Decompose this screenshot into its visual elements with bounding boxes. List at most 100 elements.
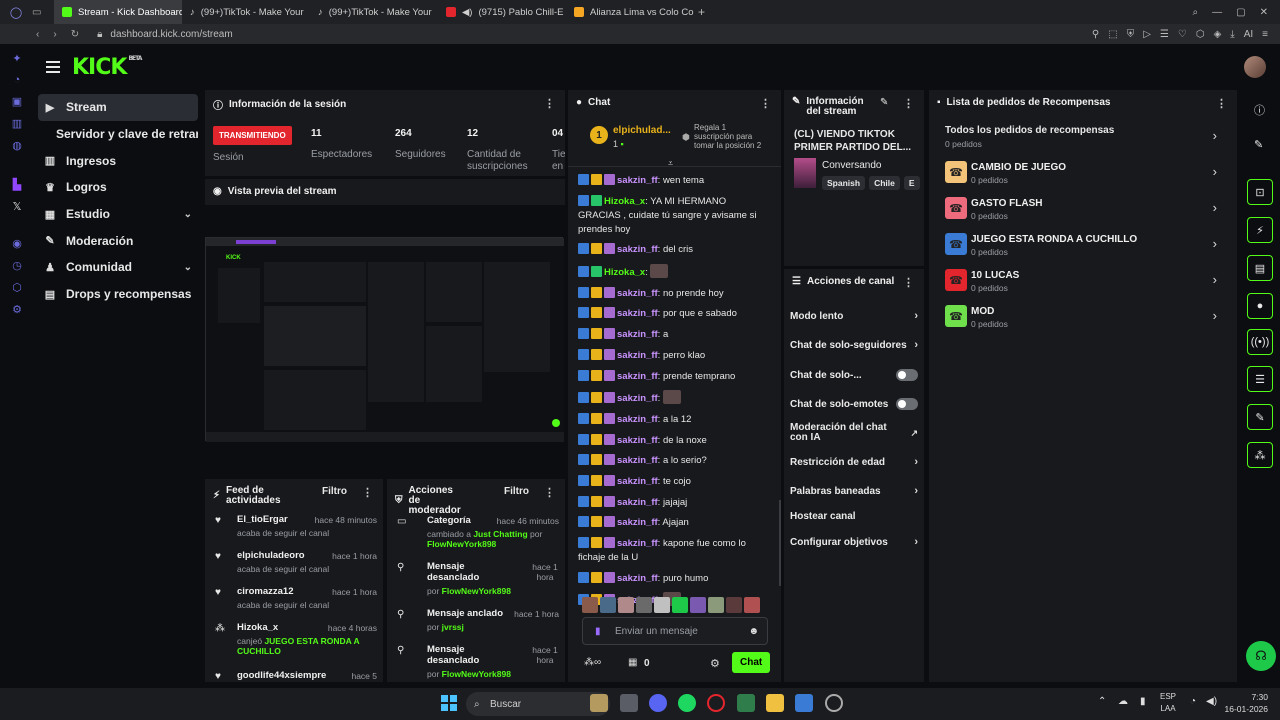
x-icon[interactable]: 𝕏 [13, 200, 22, 213]
widget-bolt-button[interactable]: ⚡︎ [1247, 217, 1273, 243]
gift-cta[interactable]: Regala 1 suscripción para tomar la posic… [694, 123, 762, 150]
action-age-restriction[interactable]: Restricción de edad › [790, 456, 918, 468]
nav-item-logros[interactable]: ♛ Logros [38, 174, 198, 201]
more-icon[interactable]: ⋮ [903, 97, 914, 110]
menu-icon[interactable]: ≡ [1262, 29, 1268, 40]
circle-play-icon[interactable]: ◉ [12, 237, 22, 250]
scroll-to-bottom-icon[interactable]: ⩡ [668, 158, 673, 169]
player-icon[interactable]: ▥ [12, 117, 22, 130]
chat-username[interactable]: sakzin_ff [617, 517, 658, 528]
nav-item-ingresos[interactable]: ▥ Ingresos [38, 147, 198, 174]
ai-button[interactable]: AI [1244, 29, 1253, 40]
chat-input[interactable]: ▮ Enviar un mensaje ☻ [582, 617, 768, 645]
more-icon[interactable]: ⋮ [362, 486, 373, 499]
nav-item-stream[interactable]: ▶ Stream [38, 94, 198, 121]
history-icon[interactable]: ◷ [12, 259, 22, 272]
back-icon[interactable]: ‹ [36, 29, 39, 40]
tab-list-icon[interactable]: ▭ [32, 7, 54, 18]
widget-icon[interactable] [590, 694, 608, 712]
reward-row[interactable]: ☎ 10 LUCAS 0 pedidos › [945, 269, 1217, 297]
emote-icon[interactable] [690, 597, 706, 613]
language-indicator[interactable]: ESP LAA [1160, 691, 1176, 715]
pin-icon[interactable]: ⚲ [1092, 29, 1099, 40]
nav-item-comunidad[interactable]: ♟ Comunidad ⌄ [38, 254, 198, 281]
screenshot-icon[interactable]: ⬚ [1108, 29, 1117, 40]
cloud-icon[interactable]: ☁ [1118, 696, 1128, 707]
all-rewards-row[interactable]: Todos los pedidos de recompensas 0 pedid… [945, 125, 1217, 153]
url-field[interactable]: 🔒︎ dashboard.kick.com/stream [97, 29, 233, 40]
info-icon[interactable]: ⓘ [1254, 102, 1265, 118]
nav-item-moderacion[interactable]: ✎ Moderación [38, 227, 198, 254]
widget-list-button[interactable]: ☰ [1247, 366, 1273, 392]
emote-icon[interactable] [600, 597, 616, 613]
widget-notes-button[interactable]: ▤ [1247, 255, 1273, 281]
category-thumbnail[interactable] [794, 158, 816, 188]
edit-icon[interactable]: ✎ [880, 97, 888, 108]
aria-icon[interactable]: ✦ [12, 52, 21, 65]
play-icon[interactable]: ▷ [1143, 29, 1151, 40]
bookmarks-icon[interactable]: ☰ [1160, 29, 1169, 40]
tab-alianza[interactable]: Alianza Lima vs Colo Colo [566, 0, 694, 24]
minimize-icon[interactable]: — [1212, 7, 1222, 18]
app-icon[interactable] [737, 694, 755, 712]
more-icon[interactable]: ⋮ [544, 97, 555, 110]
chat-scrollbar[interactable] [779, 500, 781, 586]
reward-row[interactable]: ☎ MOD 0 pedidos › [945, 305, 1217, 333]
tray-chevron-icon[interactable]: ⌃ [1098, 696, 1106, 707]
filter-button[interactable]: Filtro [322, 486, 347, 497]
windows-start-icon[interactable] [441, 695, 457, 711]
emotes-only-toggle[interactable] [896, 398, 918, 410]
nav-item-server-key[interactable]: Servidor y clave de retransmisión [38, 121, 198, 148]
wifi-icon[interactable]: ◔ [1190, 696, 1196, 707]
search-icon[interactable]: ⌕ [1193, 7, 1199, 18]
reward-row[interactable]: ☎ GASTO FLASH 0 pedidos › [945, 197, 1217, 225]
tab-tiktok-2[interactable]: ♪ (99+)TikTok - Make Your [310, 0, 438, 24]
emote-icon[interactable] [744, 597, 760, 613]
tab-youtube[interactable]: ◀) (9715) Pablo Chill-E - [438, 0, 566, 24]
extensions-side-icon[interactable]: ⬡ [12, 281, 22, 294]
edit-icon[interactable]: ✎ [1254, 138, 1263, 151]
explorer-icon[interactable] [766, 694, 784, 712]
reward-row[interactable]: ☎ JUEGO ESTA RONDA A CUCHILLO 0 pedidos › [945, 233, 1217, 261]
action-slow-mode[interactable]: Modo lento › [790, 310, 918, 322]
reload-icon[interactable]: ↻ [71, 29, 79, 40]
clock[interactable]: 7:30 16-01-2026 [1225, 691, 1268, 715]
chat-username[interactable]: sakzin_ff [617, 414, 658, 425]
maximize-icon[interactable]: ▢ [1236, 7, 1245, 18]
action-subs-only[interactable]: Chat de solo-... [790, 369, 918, 381]
messenger-icon[interactable]: ◍ [12, 139, 22, 152]
tag[interactable]: Chile [869, 176, 900, 190]
mic-icon[interactable]: ▮ [1140, 696, 1146, 707]
chat-username[interactable]: sakzin_ff [617, 573, 658, 584]
widget-points-button[interactable]: ⁂ [1247, 442, 1273, 468]
chat-username[interactable]: Hizoka_x [604, 267, 645, 278]
emote-icon[interactable] [708, 597, 724, 613]
emote-icon[interactable] [618, 597, 634, 613]
points-icon[interactable]: ⁂∞ [584, 657, 601, 668]
extensions-icon[interactable]: ⬡ [1196, 29, 1205, 40]
chat-username[interactable]: sakzin_ff [617, 476, 658, 487]
volume-icon[interactable]: ◀) [1206, 696, 1217, 707]
bag-icon[interactable]: ▣ [12, 95, 22, 108]
reward-row[interactable]: ☎ CAMBIO DE JUEGO 0 pedidos › [945, 161, 1217, 189]
emote-icon[interactable] [672, 597, 688, 613]
opera-icon[interactable] [707, 694, 725, 712]
action-banned-words[interactable]: Palabras baneadas › [790, 485, 918, 497]
chat-username[interactable]: sakzin_ff [617, 329, 658, 340]
forward-icon[interactable]: › [53, 29, 56, 40]
action-host-channel[interactable]: Hostear canal [790, 511, 918, 522]
task-view-icon[interactable] [620, 694, 638, 712]
spotify-icon[interactable] [678, 694, 696, 712]
close-icon[interactable]: ✕ [1260, 7, 1268, 18]
nav-item-estudio[interactable]: ▦ Estudio ⌄ [38, 201, 198, 228]
emote-icon[interactable] [726, 597, 742, 613]
send-chat-button[interactable]: Chat [732, 652, 771, 673]
mic-icon[interactable]: ▮ [595, 626, 601, 637]
chat-username[interactable]: sakzin_ff [617, 308, 658, 319]
more-icon[interactable]: ⋮ [1216, 97, 1227, 110]
kick-logo[interactable]: KICK BETA [72, 55, 142, 80]
hamburger-icon[interactable] [46, 58, 60, 76]
widget-wrench-button[interactable]: ✎ [1247, 404, 1273, 430]
action-ai-moderation[interactable]: Moderación del chat con IA ↗ [790, 423, 918, 443]
heart-icon[interactable]: ♡ [1178, 29, 1187, 40]
